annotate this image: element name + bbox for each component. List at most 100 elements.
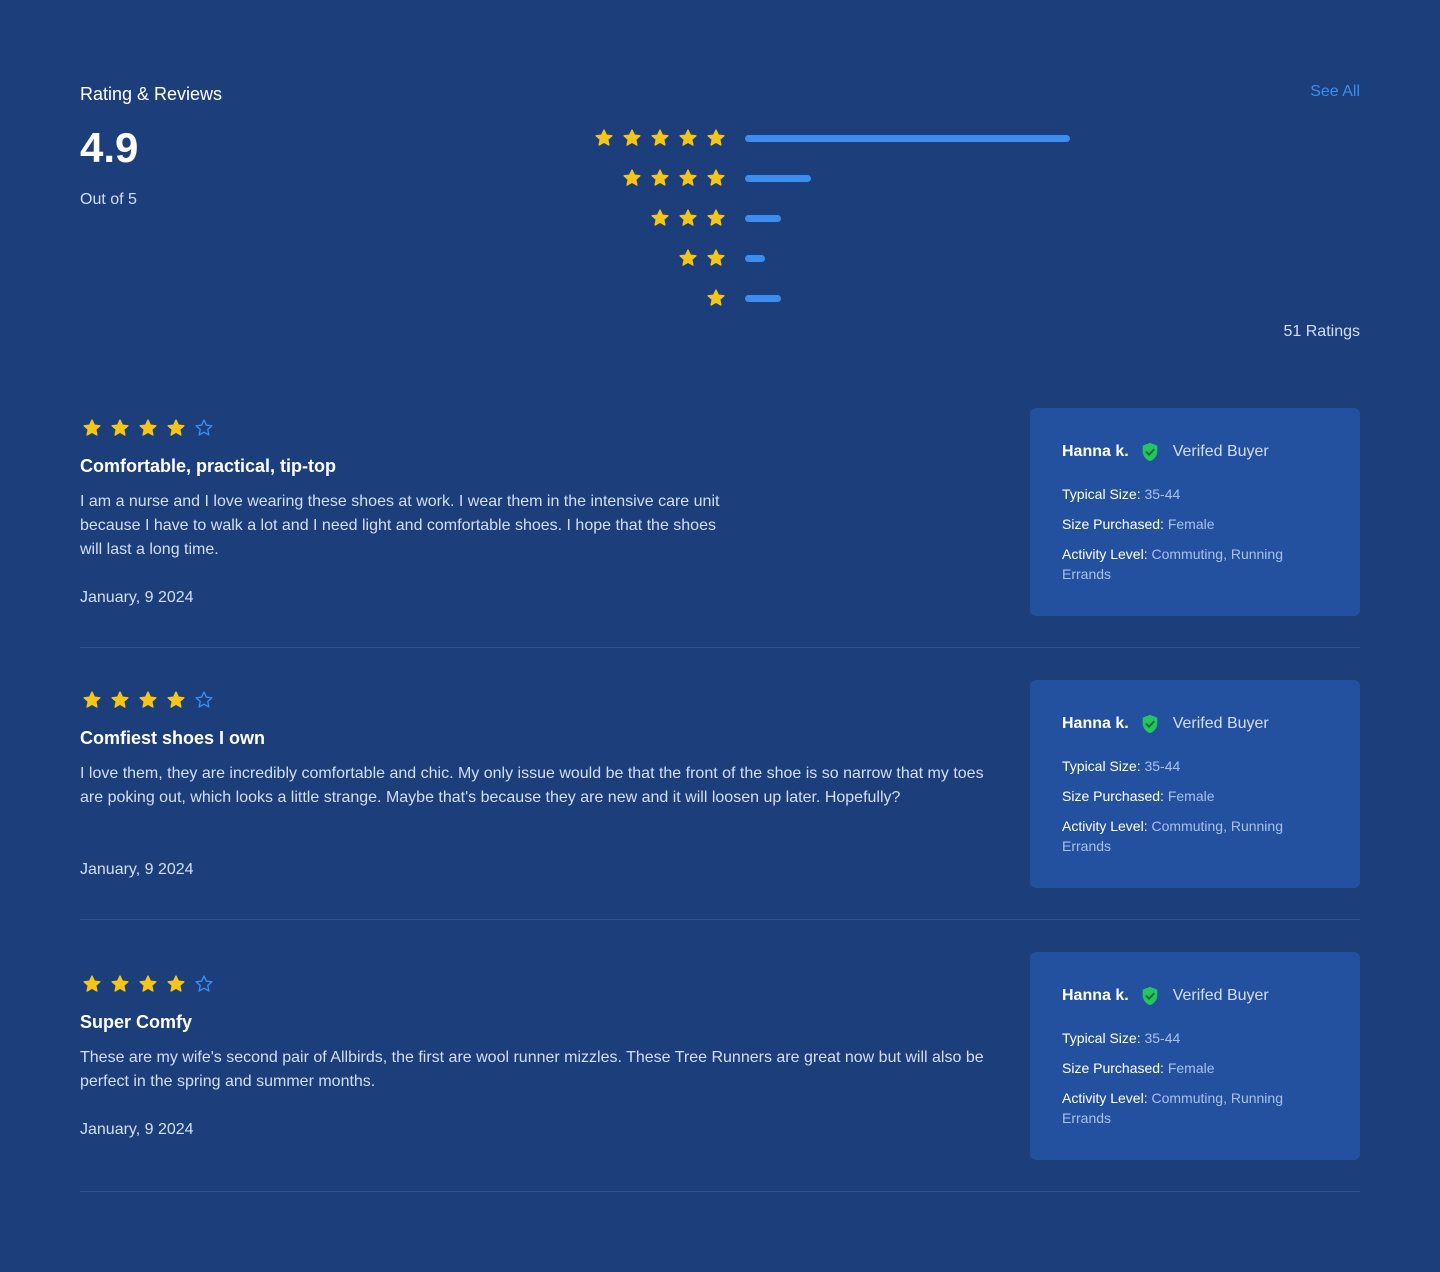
- buyer-header: Hanna k. Verifed Buyer: [1062, 712, 1328, 736]
- distribution-stars: [590, 244, 730, 272]
- review-stars: [78, 686, 218, 714]
- buyer-header: Hanna k. Verifed Buyer: [1062, 440, 1328, 464]
- star-filled-icon: [162, 414, 190, 442]
- star-icon: [674, 244, 702, 272]
- distribution-row-5-star: [590, 118, 1090, 158]
- size-purchased-value: Female: [1167, 1060, 1215, 1076]
- activity-level: Activity Level: Commuting, Running Erran…: [1062, 816, 1328, 856]
- distribution-row-4-star: [590, 158, 1090, 198]
- typical-size-value: 35-44: [1144, 758, 1181, 774]
- star-filled-icon: [162, 686, 190, 714]
- review-title: Comfortable, practical, tip-top: [80, 456, 337, 476]
- size-purchased-label: Size Purchased:: [1062, 1060, 1164, 1076]
- verified-buyer-label: Verifed Buyer: [1172, 715, 1269, 732]
- activity-level-label: Activity Level:: [1062, 818, 1148, 834]
- review-divider: [80, 1191, 1360, 1192]
- distribution-bar-track: [745, 174, 1075, 182]
- review-stars: [78, 970, 218, 998]
- review-date: January, 9 2024: [80, 1121, 194, 1138]
- activity-level: Activity Level: Commuting, Running Erran…: [1062, 1088, 1328, 1128]
- distribution-bar-track: [745, 134, 1075, 142]
- typical-size: Typical Size: 35-44: [1062, 484, 1328, 504]
- star-filled-icon: [134, 970, 162, 998]
- buyer-card: Hanna k. Verifed Buyer Typical Size: 35-…: [1030, 952, 1360, 1160]
- distribution-stars: [590, 124, 730, 152]
- distribution-bar: [745, 294, 782, 302]
- buyer-header: Hanna k. Verifed Buyer: [1062, 984, 1328, 1008]
- star-icon: [646, 164, 674, 192]
- rating-distribution: [590, 118, 1090, 318]
- star-empty-icon: [190, 414, 218, 442]
- star-icon: [674, 124, 702, 152]
- star-filled-icon: [106, 414, 134, 442]
- star-icon: [702, 244, 730, 272]
- size-purchased-value: Female: [1167, 788, 1215, 804]
- distribution-row-1-star: [590, 278, 1090, 318]
- review-stars: [78, 414, 218, 442]
- average-rating: 4.9: [80, 124, 139, 171]
- star-filled-icon: [106, 686, 134, 714]
- review-date: January, 9 2024: [80, 589, 194, 606]
- buyer-name: Hanna k.: [1062, 715, 1129, 732]
- size-purchased: Size Purchased: Female: [1062, 1058, 1328, 1078]
- typical-size-value: 35-44: [1144, 1030, 1181, 1046]
- activity-level: Activity Level: Commuting, Running Erran…: [1062, 544, 1328, 584]
- review-title: Comfiest shoes I own: [80, 728, 266, 748]
- typical-size: Typical Size: 35-44: [1062, 1028, 1328, 1048]
- distribution-stars: [590, 204, 730, 232]
- distribution-bar-track: [745, 254, 1075, 262]
- review-divider: [80, 919, 1360, 920]
- verified-buyer-label: Verifed Buyer: [1172, 987, 1269, 1004]
- distribution-bar-track: [745, 294, 1075, 302]
- star-filled-icon: [78, 686, 106, 714]
- review-body: I love them, they are incredibly comfort…: [80, 765, 984, 806]
- star-icon: [674, 204, 702, 232]
- star-filled-icon: [134, 686, 162, 714]
- rating-scale-label: Out of 5: [80, 191, 137, 208]
- distribution-row-3-star: [590, 198, 1090, 238]
- review-item: Comfiest shoes I own I love them, they a…: [78, 680, 1360, 888]
- star-icon: [590, 124, 618, 152]
- distribution-bar: [745, 134, 1071, 142]
- distribution-bar: [745, 214, 782, 222]
- see-all-link[interactable]: See All: [1310, 83, 1360, 101]
- review-body: These are my wife's second pair of Allbi…: [80, 1049, 984, 1090]
- star-icon: [618, 124, 646, 152]
- size-purchased-label: Size Purchased:: [1062, 516, 1164, 532]
- star-filled-icon: [134, 414, 162, 442]
- buyer-card: Hanna k. Verifed Buyer Typical Size: 35-…: [1030, 408, 1360, 616]
- typical-size-label: Typical Size:: [1062, 486, 1141, 502]
- section-title: Rating & Reviews: [80, 84, 223, 104]
- verified-shield-icon: [1142, 442, 1158, 462]
- activity-level-label: Activity Level:: [1062, 546, 1148, 562]
- star-filled-icon: [162, 970, 190, 998]
- activity-level-label: Activity Level:: [1062, 1090, 1148, 1106]
- size-purchased-value: Female: [1167, 516, 1215, 532]
- buyer-name: Hanna k.: [1062, 443, 1129, 460]
- star-icon: [646, 204, 674, 232]
- distribution-bar: [745, 254, 765, 262]
- star-icon: [702, 164, 730, 192]
- buyer-card: Hanna k. Verifed Buyer Typical Size: 35-…: [1030, 680, 1360, 888]
- verified-shield-icon: [1142, 714, 1158, 734]
- typical-size-label: Typical Size:: [1062, 1030, 1141, 1046]
- typical-size: Typical Size: 35-44: [1062, 756, 1328, 776]
- star-filled-icon: [106, 970, 134, 998]
- distribution-row-2-star: [590, 238, 1090, 278]
- distribution-stars: [590, 284, 730, 312]
- distribution-stars: [590, 164, 730, 192]
- typical-size-value: 35-44: [1144, 486, 1181, 502]
- star-empty-icon: [190, 970, 218, 998]
- star-icon: [618, 164, 646, 192]
- ratings-count: 51 Ratings: [1283, 323, 1361, 340]
- size-purchased: Size Purchased: Female: [1062, 786, 1328, 806]
- distribution-bar-track: [745, 214, 1075, 222]
- star-icon: [702, 124, 730, 152]
- review-title: Super Comfy: [80, 1012, 193, 1032]
- star-icon: [674, 164, 702, 192]
- review-item: Comfortable, practical, tip-top I am a n…: [78, 408, 1360, 616]
- buyer-name: Hanna k.: [1062, 987, 1129, 1004]
- distribution-bar: [745, 174, 811, 182]
- star-icon: [646, 124, 674, 152]
- review-body: I am a nurse and I love wearing these sh…: [80, 493, 720, 558]
